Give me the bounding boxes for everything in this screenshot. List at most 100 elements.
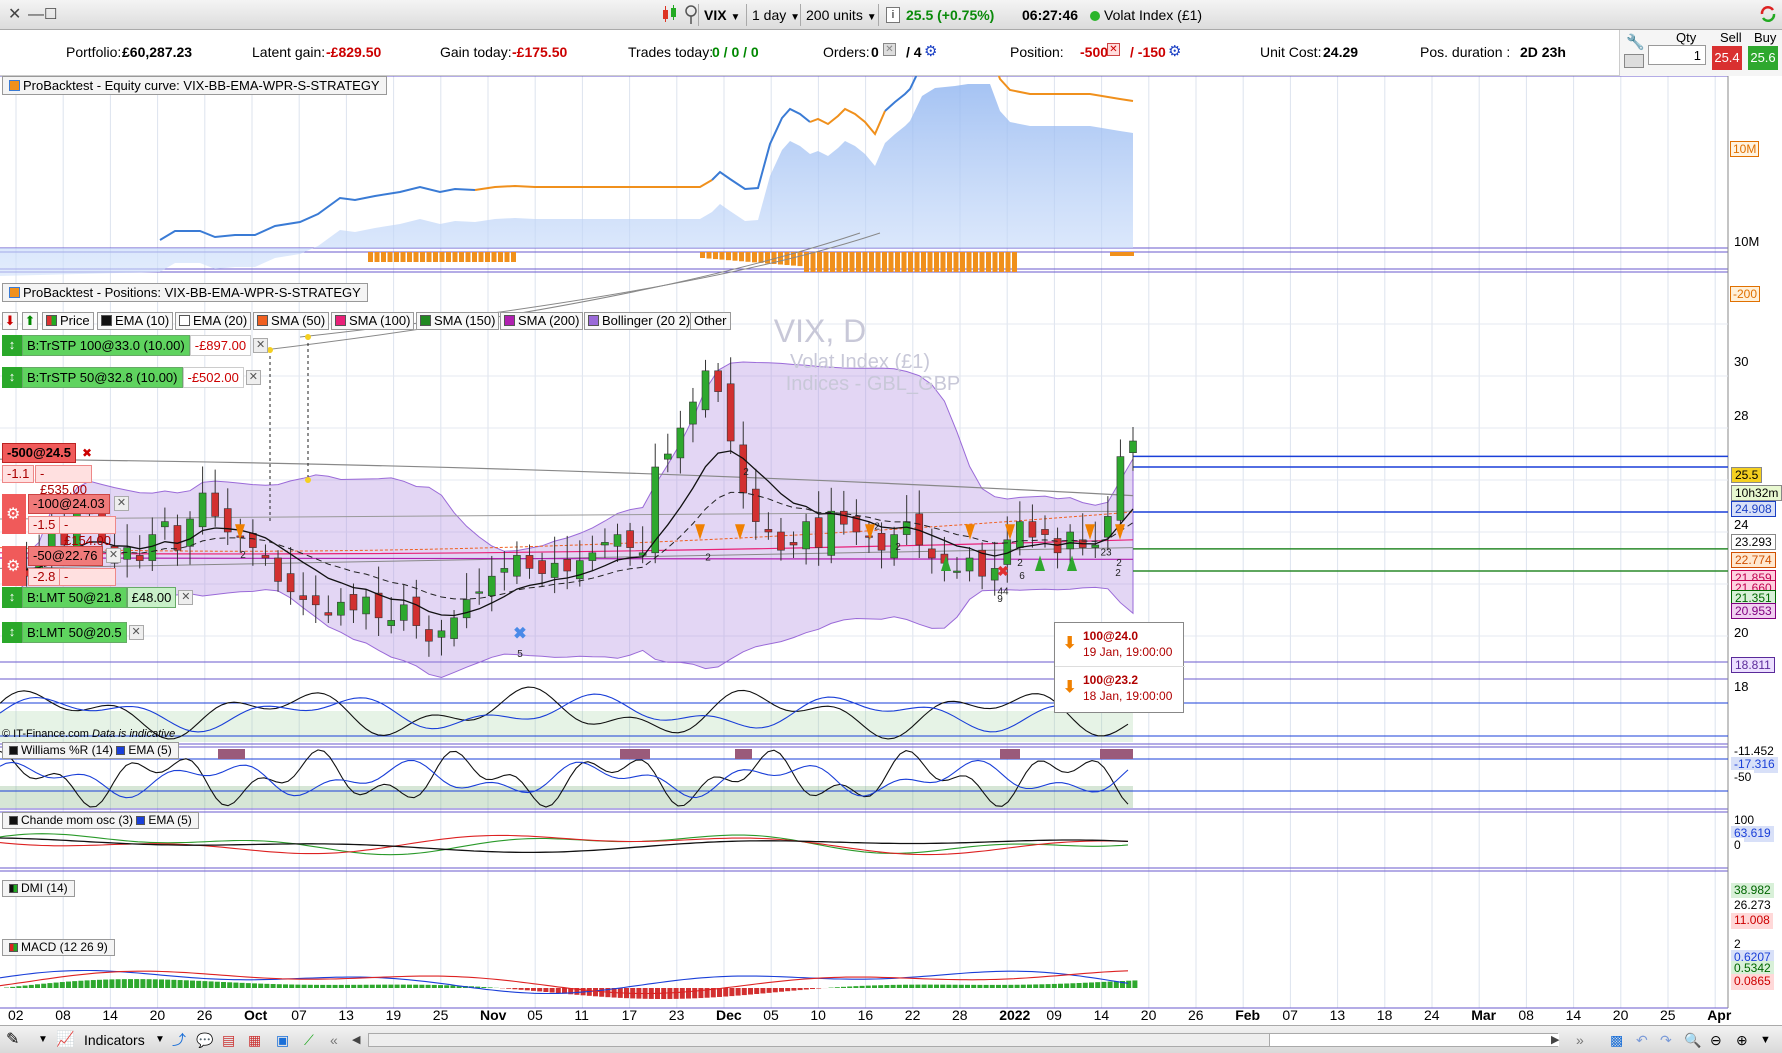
zoom-out-icon[interactable]: ⊖ bbox=[1710, 1030, 1722, 1050]
chart-canvas[interactable]: 2 2222223244596 2✖✖ VIX, D Volat Index (£1… bbox=[0, 76, 1782, 1025]
zoom-in-icon[interactable]: ⊕ bbox=[1736, 1030, 1748, 1050]
legend-ema20[interactable]: EMA (20) bbox=[175, 312, 252, 330]
bollinger-band bbox=[13, 361, 1134, 679]
candle-body bbox=[387, 620, 395, 626]
price-axis-tag: 23.293 bbox=[1731, 534, 1776, 550]
cancel-order-icon[interactable]: ✕ bbox=[245, 370, 261, 385]
position-settings-icon[interactable]: ⚙ bbox=[1168, 42, 1181, 60]
close-position-icon[interactable]: ✕ bbox=[1107, 43, 1120, 56]
macd-histogram-bar bbox=[227, 982, 233, 988]
draw-line-icon[interactable]: ⟋ bbox=[304, 1030, 314, 1050]
price-axis-tag: 24.908 bbox=[1731, 501, 1776, 517]
dmi-label[interactable]: DMI (14) bbox=[2, 880, 75, 897]
order-trailing-stop-50[interactable]: ↕ B:TrSTP 50@32.8 (10.00) -£502.00 ✕ bbox=[2, 367, 263, 388]
time-axis-label: Oct bbox=[244, 1007, 268, 1023]
qty-input[interactable] bbox=[1648, 45, 1706, 65]
macd-histogram-bar bbox=[506, 988, 512, 989]
close-window-icon[interactable]: ✕ bbox=[8, 5, 21, 25]
candles-icon[interactable] bbox=[660, 4, 680, 24]
cancel-order-icon[interactable]: ✕ bbox=[253, 338, 269, 353]
bollinger-color-icon bbox=[588, 315, 599, 326]
legend-sma200[interactable]: SMA (200) bbox=[500, 312, 584, 330]
redo-icon[interactable]: ↷ bbox=[1660, 1030, 1672, 1050]
position-bar bbox=[387, 252, 393, 262]
timeframe-select[interactable]: 1 day ▼ bbox=[752, 5, 800, 25]
image-icon[interactable]: ▩ bbox=[1610, 1030, 1623, 1050]
window-icon[interactable]: ▣ bbox=[276, 1030, 289, 1050]
candle-body bbox=[324, 612, 333, 616]
legend-other[interactable]: Other bbox=[690, 312, 731, 330]
macd-label[interactable]: MACD (12 26 9) bbox=[2, 939, 115, 956]
candle-body bbox=[928, 548, 936, 559]
equity-panel-label[interactable]: ProBacktest - Equity curve: VIX-BB-EMA-W… bbox=[2, 76, 387, 95]
order-limit-50-20-5[interactable]: ↕ B:LMT 50@20.5 ✕ bbox=[2, 622, 146, 643]
order-limit-50-21-8[interactable]: ↕ B:LMT 50@21.8 £48.00 ✕ bbox=[2, 587, 195, 608]
position-bar bbox=[1012, 252, 1017, 272]
collapse-icon[interactable]: ⬇ bbox=[2, 312, 18, 330]
cancel-order-icon[interactable]: ✕ bbox=[178, 590, 194, 605]
chevron-down-icon[interactable]: ▼ bbox=[38, 1030, 48, 1050]
positions-panel-label[interactable]: ProBacktest - Positions: VIX-BB-EMA-WPR-… bbox=[2, 283, 368, 302]
legend-ema10[interactable]: EMA (10) bbox=[97, 312, 174, 330]
scroll-left-icon[interactable]: « bbox=[330, 1030, 338, 1050]
chande-overbought-fill bbox=[1000, 749, 1020, 759]
orders-settings-icon[interactable]: ⚙ bbox=[924, 42, 937, 60]
expand-icon[interactable]: ⬆ bbox=[22, 312, 38, 330]
cancel-order-icon[interactable]: ✕ bbox=[114, 496, 129, 511]
equity-curve-panel bbox=[0, 76, 1134, 276]
time-axis-label: 13 bbox=[1329, 1007, 1346, 1023]
share-icon[interactable]: ⤴ bbox=[172, 1030, 186, 1050]
buy-button[interactable]: 25.6 bbox=[1748, 46, 1778, 70]
minimize-icon[interactable]: — bbox=[28, 5, 44, 25]
chevron-down-icon[interactable]: ▼ bbox=[155, 1030, 165, 1050]
cancel-order-icon[interactable]: ✕ bbox=[128, 625, 144, 640]
chande-color-icon bbox=[9, 816, 18, 825]
legend-price[interactable]: Price bbox=[42, 312, 94, 330]
zoom-fit-icon[interactable]: 🔍 bbox=[1684, 1030, 1701, 1050]
williams-label[interactable]: Williams %R (14) EMA (5) bbox=[2, 742, 179, 759]
order-trailing-stop-100[interactable]: ↕ B:TrSTP 100@33.0 (10.00) -£897.00 ✕ bbox=[2, 335, 270, 356]
scroll-right-icon[interactable]: » bbox=[1576, 1030, 1584, 1050]
cancel-order-icon[interactable]: ✕ bbox=[106, 548, 121, 563]
candle-body bbox=[1104, 516, 1112, 538]
horizontal-scrollbar[interactable] bbox=[368, 1033, 1559, 1047]
table-icon[interactable]: ▦ bbox=[248, 1030, 261, 1050]
sell-button[interactable]: 25.4 bbox=[1712, 46, 1742, 70]
list-icon[interactable]: ▤ bbox=[222, 1030, 235, 1050]
scroll-left-arrow-icon[interactable]: ◀ bbox=[352, 1030, 360, 1050]
macd-histogram-bar bbox=[1058, 983, 1063, 988]
position-bar bbox=[491, 252, 497, 262]
undo-icon[interactable]: ↶ bbox=[1636, 1030, 1648, 1050]
draw-tool-icon[interactable]: ✎ bbox=[6, 1030, 19, 1050]
indicators-button[interactable]: Indicators bbox=[84, 1030, 145, 1050]
units-select[interactable]: 200 units ▼ bbox=[806, 5, 877, 25]
info-icon[interactable]: i bbox=[886, 7, 900, 23]
ema-color-icon bbox=[136, 816, 146, 825]
comment-icon[interactable]: 💬 bbox=[196, 1030, 213, 1050]
macd-histogram-bar bbox=[717, 988, 722, 997]
keyboard-icon[interactable] bbox=[1624, 54, 1644, 68]
close-position-icon[interactable]: ✖ bbox=[82, 446, 92, 460]
wrench-icon[interactable]: 🔧 bbox=[1626, 33, 1645, 51]
refresh-icon[interactable] bbox=[1758, 4, 1778, 24]
macd-histogram-bar bbox=[952, 984, 958, 988]
instrument-select[interactable]: VIX ▼ bbox=[704, 5, 740, 25]
macd-histogram-bar bbox=[382, 984, 388, 988]
williams-axis-tag: -50 bbox=[1731, 770, 1755, 786]
legend-sma100[interactable]: SMA (100) bbox=[331, 312, 415, 330]
candle-body bbox=[412, 596, 421, 626]
alert-icon[interactable] bbox=[684, 4, 698, 24]
legend-sma50[interactable]: SMA (50) bbox=[253, 312, 330, 330]
indicators-icon[interactable]: 📈 bbox=[56, 1030, 75, 1050]
scrollbar-thumb[interactable] bbox=[1269, 1034, 1559, 1046]
legend-bollinger[interactable]: Bollinger (20 2) bbox=[584, 312, 695, 330]
trade-count-label: 2 bbox=[1115, 568, 1121, 579]
scroll-right-arrow-icon[interactable]: ▶ bbox=[1551, 1030, 1559, 1050]
price-axis-tag: 18.811 bbox=[1731, 657, 1775, 673]
chevron-down-icon[interactable]: ▼ bbox=[1760, 1030, 1771, 1050]
chande-label[interactable]: Chande mom osc (3) EMA (5) bbox=[2, 812, 199, 829]
maximize-icon[interactable]: ☐ bbox=[44, 5, 57, 25]
cancel-orders-icon[interactable]: ✕ bbox=[883, 43, 896, 56]
title-bar: ✕ — ☐ VIX ▼ 1 day ▼ 200 units ▼ i 25.5 (… bbox=[0, 0, 1782, 30]
legend-sma150[interactable]: SMA (150) bbox=[416, 312, 500, 330]
